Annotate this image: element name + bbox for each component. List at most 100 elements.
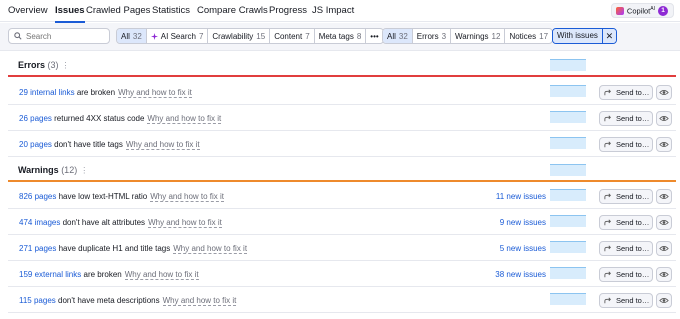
share-arrow-icon	[604, 141, 611, 148]
issue-text: returned 4XX status code	[51, 114, 145, 123]
send-to-button[interactable]: Send to…	[599, 85, 653, 100]
view-button[interactable]	[656, 111, 672, 126]
issue-row: 29 internal links are broken Why and how …	[8, 79, 676, 105]
search-icon	[14, 32, 22, 40]
with-issues-label[interactable]: With issues	[553, 29, 603, 43]
more-icon: •••	[370, 31, 379, 41]
warnings-divider	[8, 180, 676, 182]
issue-link[interactable]: 115 pages	[19, 296, 56, 305]
issue-link[interactable]: 29 internal links	[19, 88, 75, 97]
warnings-title: Warnings (12) ⋮	[18, 165, 89, 175]
send-to-button[interactable]: Send to…	[599, 215, 653, 230]
copilot-logo-icon	[615, 6, 624, 15]
share-arrow-icon	[604, 219, 611, 226]
why-fix-link[interactable]: Why and how to fix it	[118, 88, 192, 98]
issue-link[interactable]: 826 pages	[19, 192, 56, 201]
category-meta-tags[interactable]: Meta tags 8	[315, 29, 367, 43]
issue-link[interactable]: 474 images	[19, 218, 60, 227]
tab-crawled-pages[interactable]: Crawled Pages	[86, 4, 150, 22]
new-issues-link[interactable]: 38 new issues	[495, 270, 546, 279]
why-fix-link[interactable]: Why and how to fix it	[125, 140, 200, 150]
more-categories-button[interactable]: •••	[366, 29, 382, 43]
severity-warnings[interactable]: Warnings 12	[451, 29, 506, 43]
issue-link[interactable]: 271 pages	[19, 244, 56, 253]
issue-sparkline	[550, 267, 586, 279]
view-button[interactable]	[656, 85, 672, 100]
eye-icon	[659, 220, 669, 225]
send-to-button[interactable]: Send to…	[599, 137, 653, 152]
issue-sparkline	[550, 189, 586, 201]
send-to-button[interactable]: Send to…	[599, 189, 653, 204]
eye-icon	[659, 90, 669, 95]
category-filter: All 32 AI Search 7 Crawlability 15 Content 7…	[116, 28, 384, 44]
severity-notices[interactable]: Notices 17	[505, 29, 552, 43]
tab-statistics[interactable]: Statistics	[152, 4, 190, 22]
issue-sparkline	[550, 137, 586, 149]
view-button[interactable]	[656, 137, 672, 152]
info-icon[interactable]: ⋮	[80, 166, 88, 175]
tab-progress[interactable]: Progress	[269, 4, 307, 22]
info-icon[interactable]: ⋮	[62, 61, 70, 70]
tab-overview[interactable]: Overview	[8, 4, 48, 22]
tab-js-impact[interactable]: JS Impact	[312, 4, 354, 22]
warnings-section-header: Warnings (12) ⋮	[8, 158, 676, 182]
eye-icon	[659, 194, 669, 199]
category-content[interactable]: Content 7	[270, 29, 315, 43]
why-fix-link[interactable]: Why and how to fix it	[124, 270, 199, 280]
why-fix-link[interactable]: Why and how to fix it	[162, 296, 237, 306]
issue-link[interactable]: 159 external links	[19, 270, 81, 279]
view-button[interactable]	[656, 267, 672, 282]
share-arrow-icon	[604, 89, 611, 96]
errors-trend-sparkline	[550, 59, 586, 71]
category-all[interactable]: All 32	[117, 29, 147, 43]
warnings-trend-sparkline	[550, 164, 586, 176]
issue-text: are broken	[81, 270, 122, 279]
severity-all[interactable]: All 32	[383, 29, 413, 43]
issue-link[interactable]: 20 pages	[19, 140, 52, 149]
issue-text: have duplicate H1 and title tags	[56, 244, 171, 253]
eye-icon	[659, 142, 669, 147]
category-crawlability[interactable]: Crawlability 15	[208, 29, 271, 43]
clear-filter-icon[interactable]: ✕	[602, 29, 616, 43]
view-button[interactable]	[656, 241, 672, 256]
share-arrow-icon	[604, 115, 611, 122]
tab-issues[interactable]: Issues	[55, 4, 85, 23]
errors-divider	[8, 75, 676, 77]
issue-sparkline	[550, 85, 586, 97]
view-button[interactable]	[656, 189, 672, 204]
tab-compare-crawls[interactable]: Compare Crawls	[197, 4, 268, 22]
issue-row: 826 pages have low text-HTML ratio Why an…	[8, 183, 676, 209]
eye-icon	[659, 246, 669, 251]
share-arrow-icon	[604, 193, 611, 200]
view-button[interactable]	[656, 215, 672, 230]
issue-row: 159 external links are broken Why and how…	[8, 261, 676, 287]
view-button[interactable]	[656, 293, 672, 308]
new-issues-link[interactable]: 9 new issues	[500, 218, 546, 227]
why-fix-link[interactable]: Why and how to fix it	[148, 218, 222, 228]
new-issues-link[interactable]: 5 new issues	[500, 244, 546, 253]
send-to-button[interactable]: Send to…	[599, 241, 653, 256]
copilot-button[interactable]: CopilotAI 1	[610, 3, 674, 18]
issue-sparkline	[550, 111, 586, 123]
search-input[interactable]	[26, 31, 106, 41]
copilot-count-badge: 1	[658, 5, 668, 16]
issue-row: 271 pages have duplicate H1 and title ta…	[8, 235, 676, 261]
send-to-button[interactable]: Send to…	[599, 111, 653, 126]
send-to-button[interactable]: Send to…	[599, 267, 653, 282]
severity-errors[interactable]: Errors 3	[413, 29, 452, 43]
errors-title: Errors (3) ⋮	[18, 60, 70, 70]
new-issues-link[interactable]: 11 new issues	[496, 192, 546, 201]
eye-icon	[659, 298, 669, 303]
top-nav: Overview Issues Crawled Pages Statistics…	[0, 0, 680, 23]
category-ai-search[interactable]: AI Search 7	[147, 29, 209, 43]
why-fix-link[interactable]: Why and how to fix it	[173, 244, 248, 254]
send-to-button[interactable]: Send to…	[599, 293, 653, 308]
issue-sparkline	[550, 215, 586, 227]
issue-text: are broken	[74, 88, 116, 97]
search-box[interactable]	[8, 28, 110, 44]
with-issues-filter[interactable]: With issues ✕	[552, 28, 617, 44]
issue-link[interactable]: 26 pages	[19, 114, 52, 123]
share-arrow-icon	[604, 245, 611, 252]
why-fix-link[interactable]: Why and how to fix it	[147, 114, 222, 124]
why-fix-link[interactable]: Why and how to fix it	[150, 192, 225, 202]
